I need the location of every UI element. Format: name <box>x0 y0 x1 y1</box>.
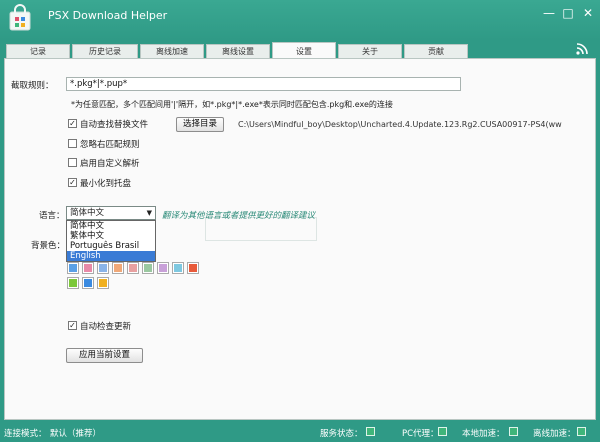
auto-update-label: 自动检查更新 <box>80 322 132 332</box>
capture-rule-input[interactable]: *.pkg*|*.pup* <box>66 77 461 91</box>
language-option[interactable]: Português Brasil <box>67 241 155 251</box>
directory-path: C:\Users\Mindful_boy\Desktop\Uncharted.4… <box>238 120 562 129</box>
color-swatch[interactable] <box>127 262 139 274</box>
pc-proxy-indicator-icon <box>438 427 447 436</box>
tab-offline-accel[interactable]: 离线加速 <box>140 44 204 58</box>
close-button[interactable]: ✕ <box>580 6 596 20</box>
background-color-label: 背景色： <box>31 241 66 251</box>
tab-settings[interactable]: 设置 <box>272 42 336 58</box>
color-swatch[interactable] <box>67 277 79 289</box>
tab-offline-settings[interactable]: 离线设置 <box>206 44 270 58</box>
auto-find-checkbox[interactable]: ✓ <box>68 119 77 128</box>
language-option[interactable]: 简体中文 <box>67 221 155 231</box>
minimize-tray-label: 最小化到托盘 <box>80 179 132 189</box>
color-swatch[interactable] <box>82 262 94 274</box>
connection-mode-label: 连接模式： <box>4 429 47 439</box>
capture-rule-label: 截取规则： <box>11 81 54 91</box>
custom-parse-label: 启用自定义解析 <box>80 159 140 169</box>
language-selected: 简体中文 <box>70 208 105 218</box>
capture-rule-hint: *为任意匹配，多个匹配间用'|'隔开，如*.pkg*|*.exe*表示同时匹配包… <box>71 100 393 109</box>
offline-accel-label: 离线加速： <box>533 429 576 439</box>
service-status-indicator-icon <box>366 427 375 436</box>
apply-settings-button[interactable]: 应用当前设置 <box>66 348 143 363</box>
color-swatch[interactable] <box>97 277 109 289</box>
custom-parse-checkbox[interactable] <box>68 158 77 167</box>
translation-hint-link[interactable]: 翻译为其他语言或者提供更好的翻译建议 <box>162 209 315 221</box>
app-bag-icon <box>9 4 31 31</box>
language-option-highlighted[interactable]: English <box>67 251 155 261</box>
window-title: PSX Download Helper <box>48 9 168 22</box>
ignore-right-rule-label: 忽略右匹配规则 <box>80 140 140 150</box>
color-swatch[interactable] <box>142 262 154 274</box>
language-dropdown: 简体中文 繁体中文 Português Brasil English <box>66 220 156 262</box>
settings-panel: 截取规则： *.pkg*|*.pup* *为任意匹配，多个匹配间用'|'隔开，如… <box>4 58 596 420</box>
ignore-right-rule-checkbox[interactable] <box>68 139 77 148</box>
choose-directory-button[interactable]: 选择目录 <box>176 117 224 132</box>
color-swatch[interactable] <box>172 262 184 274</box>
connection-mode-value: 默认（推荐） <box>50 429 102 439</box>
language-option[interactable]: 繁体中文 <box>67 231 155 241</box>
tab-about[interactable]: 关于 <box>338 44 402 58</box>
local-accel-label: 本地加速： <box>462 429 505 439</box>
color-swatch[interactable] <box>157 262 169 274</box>
pc-proxy-label: PC代理： <box>402 429 439 439</box>
language-select[interactable]: 简体中文 ▼ <box>66 206 156 220</box>
tab-contribute[interactable]: 贡献 <box>404 44 468 58</box>
auto-find-label: 自动查找替换文件 <box>80 120 149 130</box>
title-bar: PSX Download Helper — □ ✕ <box>0 0 600 40</box>
rss-icon[interactable] <box>575 42 589 56</box>
tab-history[interactable]: 历史记录 <box>72 44 138 58</box>
tab-records[interactable]: 记录 <box>6 44 70 58</box>
offline-accel-indicator-icon <box>577 427 586 436</box>
color-swatch[interactable] <box>67 262 79 274</box>
minimize-tray-checkbox[interactable]: ✓ <box>68 178 77 187</box>
language-label: 语言： <box>39 211 65 221</box>
color-swatch[interactable] <box>82 277 94 289</box>
color-swatch[interactable] <box>187 262 199 274</box>
color-swatch[interactable] <box>112 262 124 274</box>
color-swatch[interactable] <box>97 262 109 274</box>
maximize-button[interactable]: □ <box>560 6 576 20</box>
service-status-label: 服务状态： <box>320 429 363 439</box>
chevron-down-icon: ▼ <box>146 209 152 217</box>
minimize-button[interactable]: — <box>541 6 557 20</box>
auto-update-checkbox[interactable]: ✓ <box>68 321 77 330</box>
local-accel-indicator-icon <box>509 427 518 436</box>
